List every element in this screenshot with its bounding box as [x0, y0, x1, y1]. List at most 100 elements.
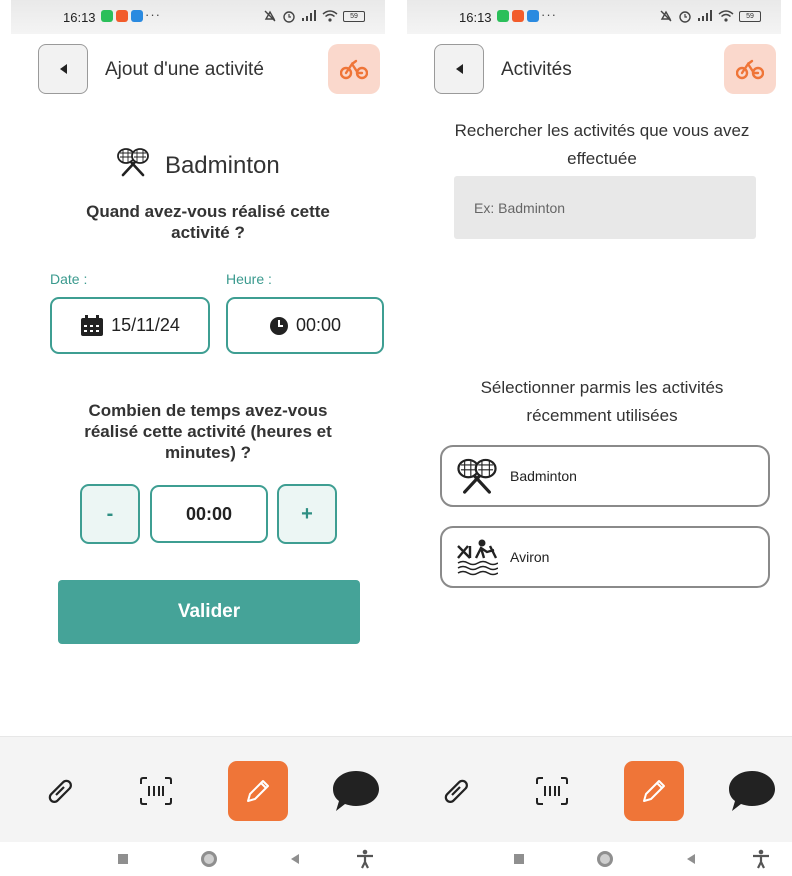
nav-link[interactable]	[426, 761, 486, 821]
bottom-nav	[0, 736, 396, 842]
add-activity-screen: 16:13 ··· 59 Ajout d'une activité Badmin…	[0, 0, 396, 876]
whatsapp-icon	[497, 10, 509, 22]
clock-icon	[269, 316, 288, 335]
notification-app-icons	[101, 10, 143, 22]
back-button[interactable]	[434, 44, 484, 94]
question-when: Quand avez-vous réalisé cette activité ?	[86, 202, 330, 242]
accessibility-icon	[753, 849, 769, 869]
chat-bubble-icon	[729, 771, 775, 811]
system-status-icons: 59	[263, 9, 365, 23]
app-header: Activités	[396, 44, 792, 96]
accessibility-button[interactable]	[354, 848, 376, 870]
wifi-icon	[718, 10, 734, 22]
system-nav	[0, 842, 396, 876]
app-header: Ajout d'une activité	[0, 44, 396, 96]
bicycle-icon	[340, 59, 368, 80]
status-more: ···	[541, 7, 557, 22]
time-picker[interactable]: 00:00	[226, 297, 384, 354]
accessibility-button[interactable]	[750, 848, 772, 870]
square-icon	[118, 854, 128, 864]
sport-name: Badminton	[164, 152, 280, 179]
messenger-icon	[527, 10, 539, 22]
question-duration: Combien de temps avez-vous réalisé cette…	[84, 401, 332, 462]
nav-chat[interactable]	[326, 761, 386, 821]
activity-search-input[interactable]	[454, 176, 756, 239]
time-value: 00:00	[295, 315, 342, 335]
scan-icon	[140, 777, 172, 805]
battery-icon: 59	[343, 10, 365, 22]
chevron-left-icon	[456, 64, 463, 74]
recent-activity-badminton[interactable]: Badminton	[440, 445, 770, 507]
scan-icon	[536, 777, 568, 805]
chat-bubble-icon	[333, 771, 379, 811]
triangle-back-icon	[687, 854, 695, 864]
system-back-button[interactable]	[284, 848, 306, 870]
home-button[interactable]	[594, 848, 616, 870]
date-picker[interactable]: 15/11/24	[50, 297, 210, 354]
bicycle-icon	[736, 59, 764, 80]
nav-chat[interactable]	[722, 761, 782, 821]
chevron-left-icon	[60, 64, 67, 74]
mute-icon	[264, 10, 276, 22]
submit-button[interactable]: Valider	[58, 580, 360, 644]
activities-screen: 16:13 ··· 59 Activités Rechercher les ac…	[396, 0, 792, 876]
bike-button[interactable]	[724, 44, 776, 94]
square-icon	[514, 854, 524, 864]
messenger-icon	[131, 10, 143, 22]
nav-scan[interactable]	[126, 761, 186, 821]
circle-icon	[201, 851, 217, 867]
notification-app-icons	[497, 10, 539, 22]
alarm-icon	[679, 11, 691, 23]
pencil-icon	[643, 780, 665, 802]
time-label: Heure :	[226, 271, 272, 287]
nav-link[interactable]	[30, 761, 90, 821]
date-label: Date :	[50, 271, 88, 287]
back-button[interactable]	[38, 44, 88, 94]
pencil-icon	[247, 780, 269, 802]
bike-button[interactable]	[328, 44, 380, 94]
sport-heading: Badminton	[0, 147, 396, 180]
home-button[interactable]	[198, 848, 220, 870]
recent-intro: Sélectionner parmis les activités récemm…	[480, 378, 724, 425]
nav-edit[interactable]	[624, 761, 684, 821]
badminton-icon	[457, 458, 497, 494]
page-title: Ajout d'une activité	[105, 59, 264, 80]
system-nav	[396, 842, 792, 876]
status-bar: 16:13 ··· 59	[396, 0, 792, 34]
rowing-icon	[457, 539, 498, 576]
badminton-icon	[117, 148, 150, 177]
recent-activity-aviron[interactable]: Aviron	[440, 526, 770, 588]
nav-edit[interactable]	[228, 761, 288, 821]
increase-duration-button[interactable]: +	[277, 484, 337, 544]
app-notification-icon	[512, 10, 524, 22]
nav-scan[interactable]	[522, 761, 582, 821]
recents-button[interactable]	[112, 848, 134, 870]
status-time: 16:13	[63, 10, 96, 25]
battery-icon: 59	[739, 10, 761, 22]
app-notification-icon	[116, 10, 128, 22]
whatsapp-icon	[101, 10, 113, 22]
signal-icon	[698, 10, 712, 21]
duration-value[interactable]: 00:00	[150, 485, 268, 543]
link-icon	[444, 779, 468, 803]
signal-icon	[302, 10, 316, 21]
system-back-button[interactable]	[680, 848, 702, 870]
alarm-icon	[283, 11, 295, 23]
status-bar: 16:13 ··· 59	[0, 0, 396, 34]
recents-button[interactable]	[508, 848, 530, 870]
bottom-nav	[396, 736, 792, 842]
activity-label: Badminton	[510, 468, 577, 484]
status-more: ···	[145, 7, 161, 22]
mute-icon	[660, 10, 672, 22]
search-intro: Rechercher les activités que vous avez e…	[454, 121, 750, 168]
circle-icon	[597, 851, 613, 867]
activity-label: Aviron	[510, 549, 550, 565]
decrease-duration-button[interactable]: -	[80, 484, 140, 544]
status-time: 16:13	[459, 10, 492, 25]
page-title: Activités	[501, 59, 572, 80]
system-status-icons: 59	[659, 9, 761, 23]
calendar-icon	[81, 314, 104, 336]
accessibility-icon	[357, 849, 373, 869]
wifi-icon	[322, 10, 338, 22]
date-value: 15/11/24	[111, 315, 180, 335]
